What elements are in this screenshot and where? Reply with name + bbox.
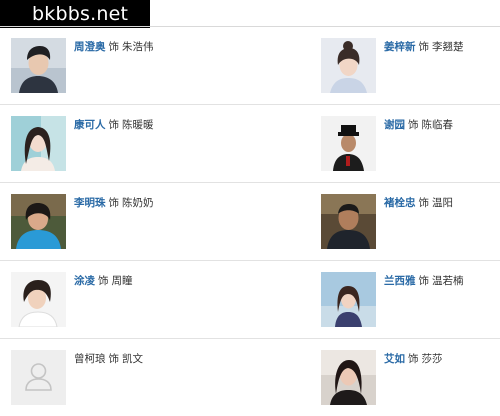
cast-caption: 周澄奥饰朱浩伟 <box>74 40 154 54</box>
cast-row: 康可人饰陈暖暖 谢园饰陈临春 <box>0 105 500 183</box>
actor-name-link[interactable]: 姜梓新 <box>384 41 416 53</box>
as-label: 饰 <box>408 119 419 131</box>
cast-list: 周澄奥饰朱浩伟 姜梓新饰李翘楚 康可人饰陈暖暖 谢园饰陈临春 李明珠 饰 陈奶奶… <box>0 27 500 416</box>
actor-photo[interactable] <box>11 194 66 249</box>
as-label: 饰 <box>108 119 120 131</box>
cast-caption: 李明珠饰陈奶奶 <box>74 196 154 210</box>
actor-name-link[interactable]: 周澄奥 <box>74 41 106 53</box>
actor-name-link[interactable]: 李明珠 <box>74 197 106 209</box>
actor-name-link[interactable]: 谢园 <box>384 119 405 131</box>
as-label: 饰 <box>98 275 109 287</box>
actor-name-link[interactable]: 涂凌 <box>74 275 95 287</box>
role-name: 温阳 <box>432 197 453 209</box>
actor-photo[interactable] <box>11 38 66 93</box>
cast-row: 曾柯琅饰凯文 艾如饰莎莎 <box>0 339 500 416</box>
cast-row: 周澄奥饰朱浩伟 姜梓新饰李翘楚 <box>0 27 500 105</box>
role-name: 朱浩伟 <box>122 41 154 53</box>
actor-photo[interactable] <box>321 38 376 93</box>
as-label: 饰 <box>418 41 430 53</box>
site-watermark: bkbbs.net <box>0 0 150 28</box>
cast-row: 涂凌饰周瞳 兰西雅饰温若楠 <box>0 261 500 339</box>
as-label: 饰 <box>108 41 120 53</box>
cast-caption: 曾柯琅饰凯文 <box>74 352 143 366</box>
as-label: 饰 <box>418 275 430 287</box>
cast-caption: 康可人饰陈暖暖 <box>74 118 154 132</box>
cast-caption: 谢园饰陈临春 <box>384 118 453 132</box>
cast-caption: 兰西雅饰温若楠 <box>384 274 464 288</box>
cast-caption: 褚栓忠饰温阳 <box>384 196 453 210</box>
actor-photo[interactable] <box>321 350 376 405</box>
cast-caption: 涂凌饰周瞳 <box>74 274 133 288</box>
placeholder-person-icon <box>11 350 66 405</box>
actor-photo[interactable] <box>321 194 376 249</box>
actor-name-link[interactable]: 康可人 <box>74 119 106 131</box>
role-name: 李翘楚 <box>432 41 464 53</box>
actor-photo[interactable] <box>321 272 376 327</box>
as-label: 饰 <box>418 197 430 209</box>
role-name: 陈奶奶 <box>122 197 154 209</box>
actor-name-link[interactable]: 兰西雅 <box>384 275 416 287</box>
role-name: 陈临春 <box>421 119 454 131</box>
cast-caption: 艾如饰莎莎 <box>384 352 443 366</box>
actor-name-link[interactable]: 艾如 <box>384 353 405 365</box>
role-name: 莎莎 <box>421 353 443 365</box>
as-label: 饰 <box>108 353 120 365</box>
actor-photo[interactable] <box>11 272 66 327</box>
cast-caption: 姜梓新饰李翘楚 <box>384 40 464 54</box>
actor-name-link[interactable]: 褚栓忠 <box>384 197 416 209</box>
cast-row: 李明珠饰陈奶奶 褚栓忠饰温阳 <box>0 183 500 261</box>
role-name: 周瞳 <box>111 275 133 287</box>
actor-photo[interactable] <box>321 116 376 171</box>
role-name: 温若楠 <box>432 275 464 287</box>
role-name: 陈暖暖 <box>122 119 154 131</box>
as-label: 饰 <box>108 197 120 209</box>
actor-photo[interactable] <box>11 116 66 171</box>
as-label: 饰 <box>408 353 419 365</box>
role-name: 凯文 <box>122 353 143 365</box>
actor-name: 曾柯琅 <box>74 353 106 365</box>
